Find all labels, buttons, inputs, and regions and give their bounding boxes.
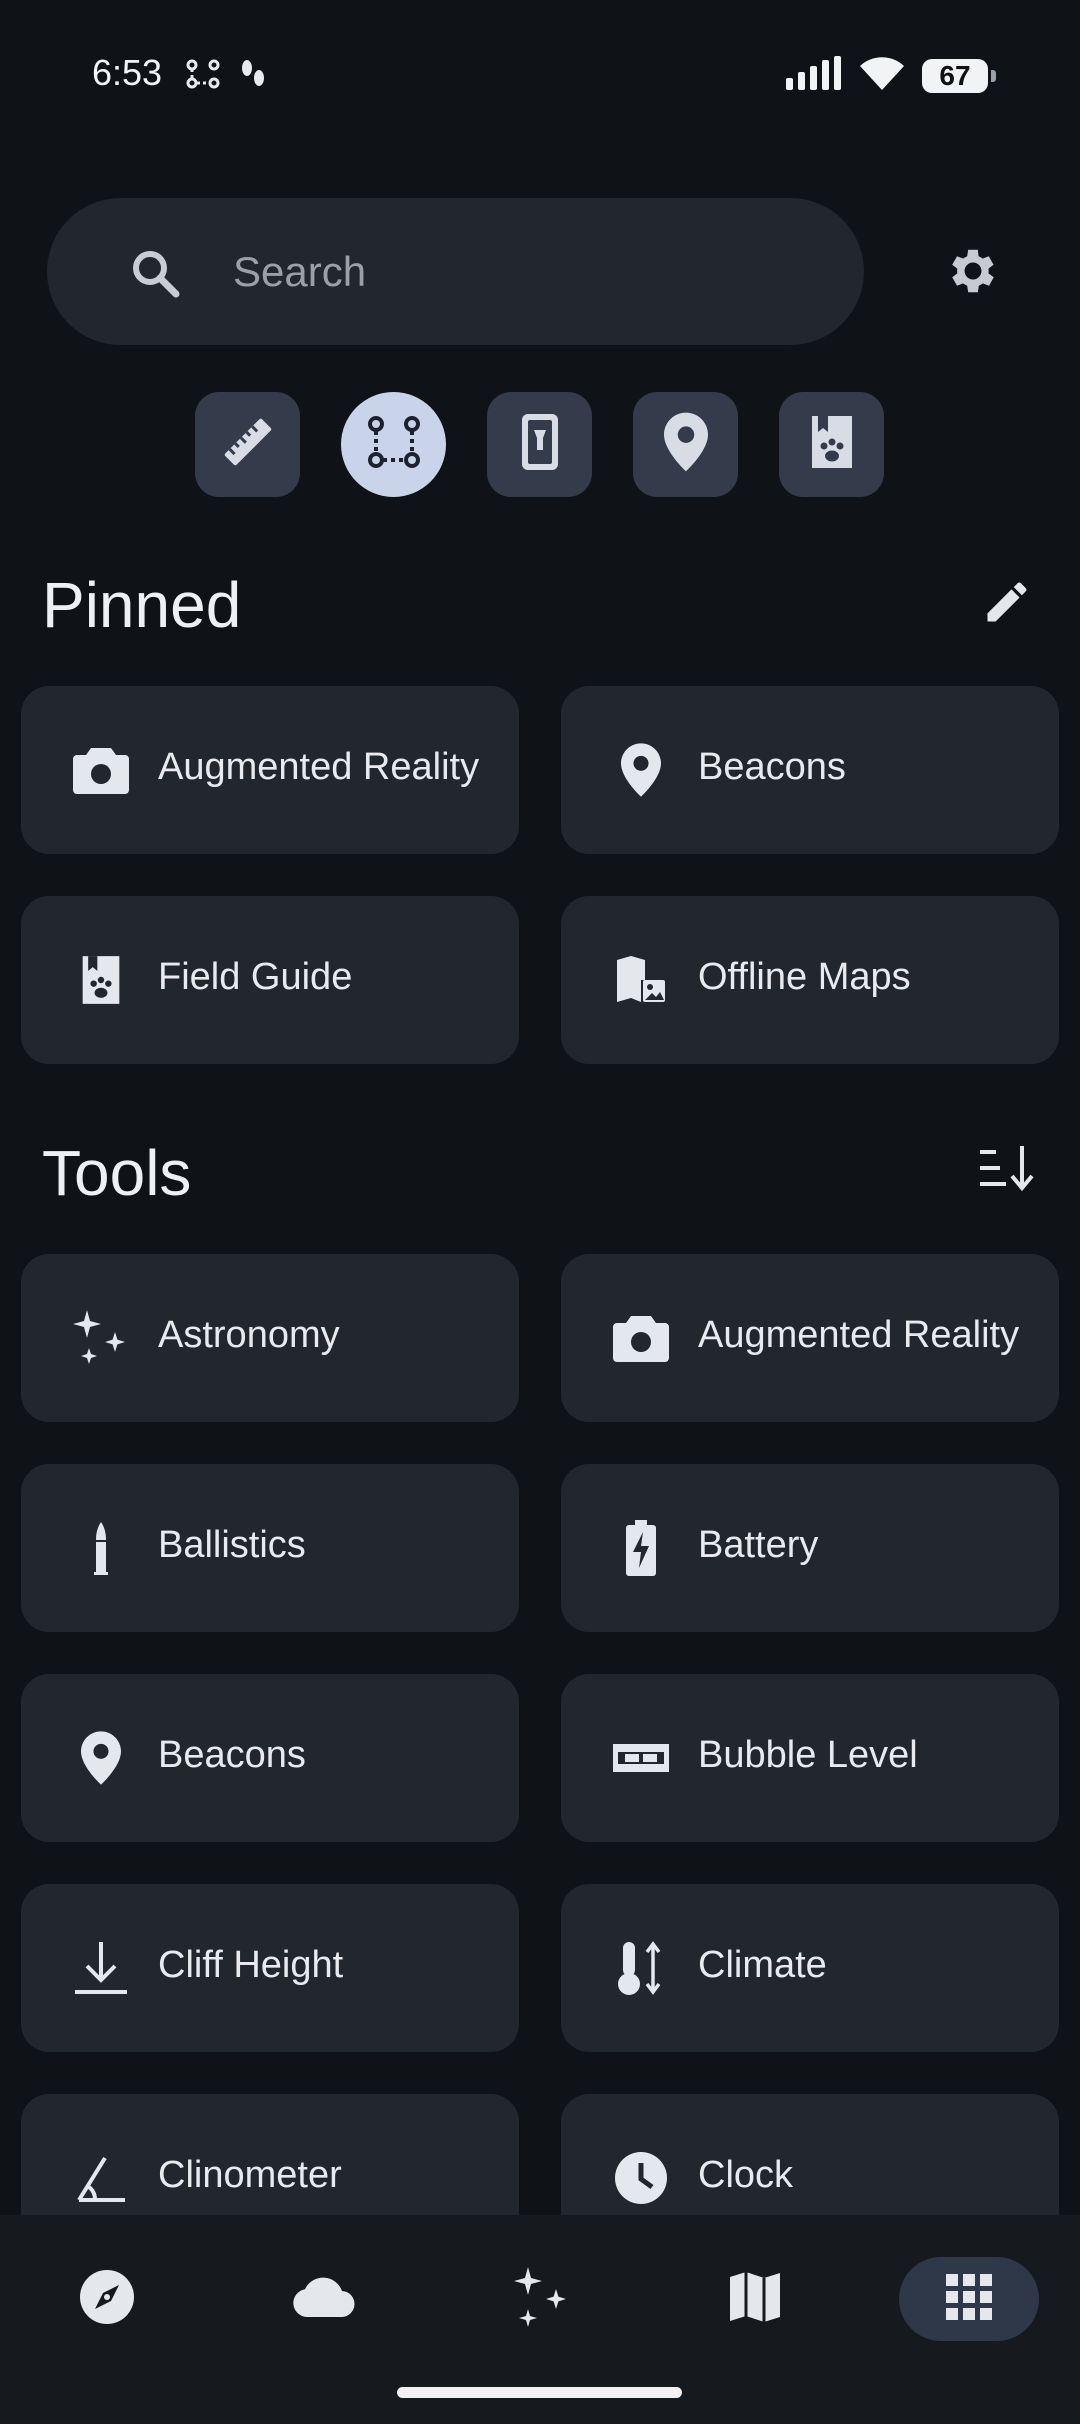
tools-title: Tools bbox=[42, 1137, 192, 1209]
edit-pencil-icon[interactable] bbox=[981, 576, 1033, 633]
settings-gear-icon[interactable] bbox=[944, 242, 1002, 305]
battery-charging-icon bbox=[611, 1518, 671, 1578]
tile-label: Clock bbox=[698, 2154, 794, 2196]
tool-tile-astronomy[interactable]: Astronomy bbox=[21, 1254, 519, 1422]
nav-weather-button[interactable] bbox=[254, 2257, 394, 2341]
pinned-tile-beacons[interactable]: Beacons bbox=[561, 686, 1059, 854]
astronomy-icon bbox=[510, 2265, 570, 2334]
tool-tile-cliff-height[interactable]: Cliff Height bbox=[21, 1884, 519, 2052]
tile-label: Offline Maps bbox=[698, 956, 911, 998]
battery-level: 67 bbox=[939, 59, 971, 91]
quick-paths-button[interactable] bbox=[341, 392, 446, 497]
tool-tile-augmented-reality[interactable]: Augmented Reality bbox=[561, 1254, 1059, 1422]
nav-astronomy-button[interactable] bbox=[470, 2257, 610, 2341]
status-bar: 6:53 67 bbox=[0, 0, 1080, 150]
search-input[interactable] bbox=[231, 236, 795, 308]
weather-cloud-icon bbox=[291, 2277, 357, 2322]
ruler-icon bbox=[218, 412, 278, 477]
flashlight-icon bbox=[518, 412, 562, 477]
angle-icon bbox=[71, 2148, 131, 2208]
pinned-tile-field-guide[interactable]: Field Guide bbox=[21, 896, 519, 1064]
camera-icon bbox=[71, 740, 131, 800]
tile-label: Battery bbox=[698, 1524, 819, 1566]
nav-tools-button[interactable] bbox=[899, 2257, 1039, 2341]
pinned-title: Pinned bbox=[42, 569, 242, 641]
quick-actions bbox=[195, 392, 884, 497]
quick-beacons-button[interactable] bbox=[633, 392, 738, 497]
battery-indicator: 67 bbox=[922, 58, 996, 93]
tile-label: Augmented Reality bbox=[158, 746, 480, 788]
tool-tile-ballistics[interactable]: Ballistics bbox=[21, 1464, 519, 1632]
sparkle-icon bbox=[71, 1308, 131, 1368]
thermometer-icon bbox=[611, 1938, 671, 1998]
search-icon bbox=[130, 248, 180, 303]
map-icon bbox=[728, 2271, 782, 2328]
nav-map-button[interactable] bbox=[685, 2257, 825, 2341]
pinned-tile-offline-maps[interactable]: Offline Maps bbox=[561, 896, 1059, 1064]
tile-label: Field Guide bbox=[158, 956, 353, 998]
path-notification-icon bbox=[186, 58, 220, 95]
cliff-height-icon bbox=[71, 1938, 131, 1998]
pinned-tile-augmented-reality[interactable]: Augmented Reality bbox=[21, 686, 519, 854]
location-pin-icon bbox=[663, 412, 708, 477]
nav-navigation-button[interactable] bbox=[37, 2257, 177, 2341]
bubble-level-icon bbox=[611, 1728, 671, 1788]
field-guide-icon bbox=[71, 950, 131, 1010]
tile-label: Ballistics bbox=[158, 1524, 306, 1566]
clock-icon bbox=[611, 2148, 671, 2208]
search-bar[interactable] bbox=[47, 198, 864, 345]
tile-label: Astronomy bbox=[158, 1314, 340, 1356]
location-pin-icon bbox=[71, 1728, 131, 1788]
tool-tile-bubble-level[interactable]: Bubble Level bbox=[561, 1674, 1059, 1842]
sort-icon[interactable] bbox=[978, 1144, 1034, 1201]
wifi-icon bbox=[860, 56, 904, 95]
location-pin-icon bbox=[611, 740, 671, 800]
tile-label: Clinometer bbox=[158, 2154, 342, 2196]
camera-icon bbox=[611, 1308, 671, 1368]
home-indicator[interactable] bbox=[397, 2387, 682, 2398]
footsteps-icon bbox=[238, 58, 268, 95]
offline-maps-icon bbox=[611, 950, 671, 1010]
quick-ruler-button[interactable] bbox=[195, 392, 300, 497]
quick-field-guide-button[interactable] bbox=[779, 392, 884, 497]
tile-label: Augmented Reality bbox=[698, 1314, 1020, 1356]
path-icon bbox=[366, 414, 422, 475]
quick-flashlight-button[interactable] bbox=[487, 392, 592, 497]
tile-label: Bubble Level bbox=[698, 1734, 918, 1776]
field-guide-icon bbox=[808, 412, 856, 477]
tile-label: Climate bbox=[698, 1944, 827, 1986]
tile-label: Beacons bbox=[158, 1734, 306, 1776]
navigation-icon bbox=[79, 2269, 135, 2330]
tile-label: Cliff Height bbox=[158, 1944, 344, 1986]
tool-tile-beacons[interactable]: Beacons bbox=[21, 1674, 519, 1842]
tile-label: Beacons bbox=[698, 746, 846, 788]
status-time: 6:53 bbox=[92, 52, 163, 93]
tool-tile-battery[interactable]: Battery bbox=[561, 1464, 1059, 1632]
tools-grid-icon bbox=[946, 2273, 992, 2325]
bullet-icon bbox=[71, 1518, 131, 1578]
cell-signal-icon bbox=[786, 56, 842, 95]
tool-tile-climate[interactable]: Climate bbox=[561, 1884, 1059, 2052]
